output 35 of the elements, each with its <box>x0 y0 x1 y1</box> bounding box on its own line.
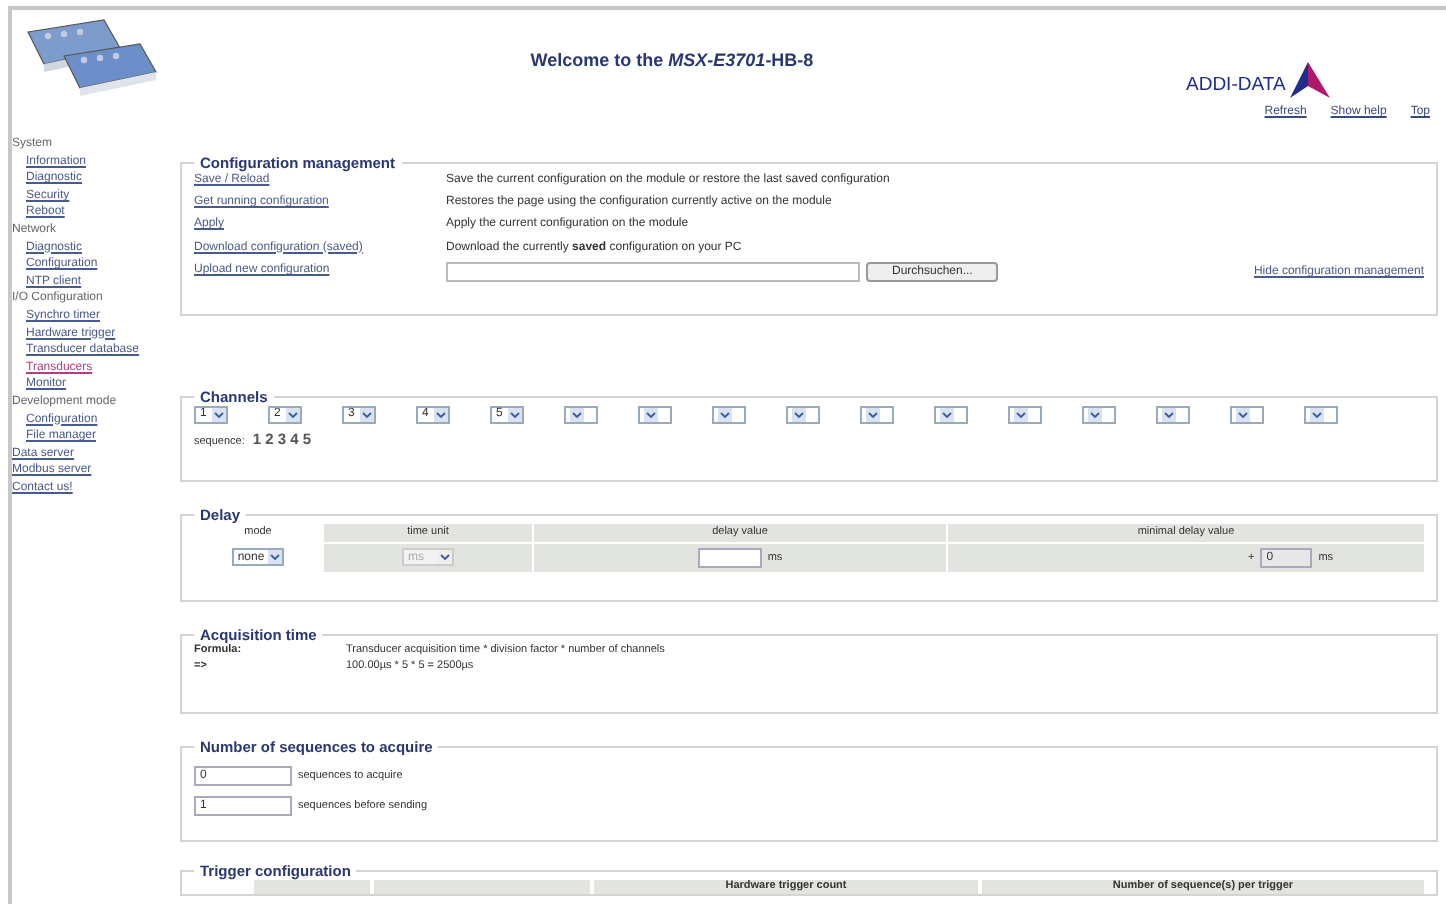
caret-icon <box>268 550 283 565</box>
caret-icon <box>1162 407 1176 422</box>
caret-icon <box>286 407 300 422</box>
caret-icon <box>1014 407 1028 422</box>
caret-icon <box>940 407 954 422</box>
channel-dropdown[interactable] <box>1082 405 1116 424</box>
caret-icon <box>1088 407 1102 422</box>
channel-dropdown[interactable] <box>1304 405 1338 424</box>
channel-dropdown[interactable] <box>1230 405 1264 424</box>
file-path-field[interactable] <box>446 261 860 282</box>
caret-icon <box>644 407 658 422</box>
channel-dropdown[interactable] <box>1008 405 1042 424</box>
channel-dropdown[interactable] <box>786 405 820 424</box>
caret-icon <box>508 407 522 422</box>
caret-icon <box>570 407 584 422</box>
page-title: Welcome to the MSX-E3701-HB-8 <box>528 48 816 74</box>
caret-icon <box>866 407 880 422</box>
channel-dropdown[interactable] <box>564 405 598 424</box>
caret-icon <box>792 407 806 422</box>
caret-icon <box>212 407 226 422</box>
channel-dropdown[interactable] <box>860 405 894 424</box>
delay-value-field[interactable] <box>697 547 762 568</box>
channel-dropdown[interactable] <box>934 405 968 424</box>
channel-dropdown[interactable] <box>1156 405 1190 424</box>
caret-icon <box>718 407 732 422</box>
caret-icon <box>360 407 374 422</box>
caret-icon <box>1236 407 1250 422</box>
brand-logo-icon <box>1289 62 1330 98</box>
caret-icon <box>1310 407 1324 422</box>
caret-icon <box>438 550 452 565</box>
caret-icon <box>434 407 448 422</box>
channel-dropdown[interactable] <box>638 405 672 424</box>
column-header <box>254 879 370 894</box>
brand-logo-text: ADDI-DATA <box>1186 74 1286 98</box>
channel-dropdown[interactable] <box>712 405 746 424</box>
